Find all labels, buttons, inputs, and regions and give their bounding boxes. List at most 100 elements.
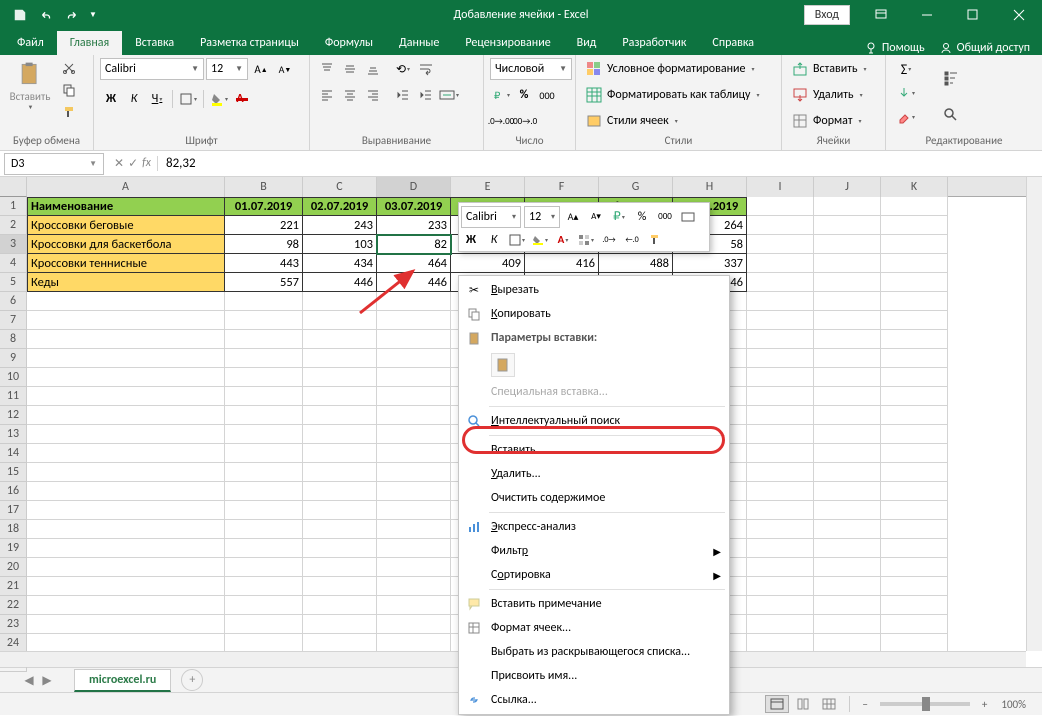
fill-button[interactable]: ▾ (892, 82, 920, 104)
mini-borders-button[interactable]: ▾ (576, 230, 596, 250)
col-header-F[interactable]: F (525, 177, 599, 197)
cell-A8[interactable] (27, 330, 225, 349)
cell-C10[interactable] (303, 368, 377, 387)
sheet-nav-next[interactable]: ▶ (38, 673, 56, 688)
merge-button[interactable]: ▾ (438, 84, 460, 106)
qat-customize[interactable]: ▼ (86, 3, 100, 27)
cell-D20[interactable] (377, 558, 451, 577)
ribbon-options-button[interactable] (858, 0, 904, 29)
tab-data[interactable]: Данные (386, 31, 452, 55)
mini-size-combo[interactable]: 12▾ (524, 206, 560, 228)
cell-I23[interactable] (747, 615, 814, 634)
col-header-G[interactable]: G (599, 177, 673, 197)
cell-C8[interactable] (303, 330, 377, 349)
cell-K1[interactable] (881, 197, 948, 216)
cell-A24[interactable] (27, 634, 225, 651)
cell-A12[interactable] (27, 406, 225, 425)
mini-italic-button[interactable]: К (484, 230, 504, 250)
mini-border-button[interactable]: ▾ (507, 230, 527, 250)
zoom-in-button[interactable]: + (978, 698, 991, 711)
cell-C19[interactable] (303, 539, 377, 558)
cell-C17[interactable] (303, 501, 377, 520)
cell-C2[interactable]: 243 (303, 216, 377, 235)
mini-font-combo[interactable]: Calibri▾ (461, 206, 521, 228)
orientation-button[interactable]: ⟲▾ (392, 58, 414, 80)
cell-B11[interactable] (225, 387, 303, 406)
format-cells-button[interactable]: Формат▾ (788, 110, 866, 132)
col-header-C[interactable]: C (303, 177, 377, 197)
row-header-10[interactable]: 10 (0, 368, 27, 387)
cell-J4[interactable] (814, 254, 881, 273)
sheet-tab[interactable]: microexcel.ru (74, 669, 171, 692)
cm-smart-lookup[interactable]: Интеллектуальный поиск (459, 409, 729, 433)
cell-D4[interactable]: 464 (377, 254, 451, 273)
cell-K17[interactable] (881, 501, 948, 520)
tab-developer[interactable]: Разработчик (609, 31, 699, 55)
cell-B22[interactable] (225, 596, 303, 615)
cell-A3[interactable]: Кроссовки для баскетбола (27, 235, 225, 254)
cell-J8[interactable] (814, 330, 881, 349)
cell-K4[interactable] (881, 254, 948, 273)
cell-J15[interactable] (814, 463, 881, 482)
cell-A1[interactable]: Наименование (27, 197, 225, 216)
cell-K12[interactable] (881, 406, 948, 425)
share-button[interactable]: Общий доступ (939, 41, 1030, 55)
cell-J11[interactable] (814, 387, 881, 406)
tab-file[interactable]: Файл (4, 31, 57, 55)
accounting-format-button[interactable]: ₽▾ (490, 84, 512, 106)
row-header-21[interactable]: 21 (0, 577, 27, 596)
cell-B16[interactable] (225, 482, 303, 501)
cell-A7[interactable] (27, 311, 225, 330)
mini-format-painter[interactable] (645, 230, 665, 250)
cell-J3[interactable] (814, 235, 881, 254)
cell-K5[interactable] (881, 273, 948, 292)
tab-insert[interactable]: Вставка (122, 31, 187, 55)
cell-B10[interactable] (225, 368, 303, 387)
cell-D14[interactable] (377, 444, 451, 463)
cell-I19[interactable] (747, 539, 814, 558)
cell-I16[interactable] (747, 482, 814, 501)
col-header-B[interactable]: B (225, 177, 303, 197)
col-header-E[interactable]: E (451, 177, 525, 197)
cell-I12[interactable] (747, 406, 814, 425)
cell-B24[interactable] (225, 634, 303, 651)
add-sheet-button[interactable]: + (181, 669, 203, 691)
cell-C9[interactable] (303, 349, 377, 368)
mini-decrease-font[interactable]: A▾ (586, 207, 606, 227)
cell-A5[interactable]: Кеды (27, 273, 225, 292)
cell-I2[interactable] (747, 216, 814, 235)
align-right-button[interactable] (362, 84, 384, 106)
row-header-6[interactable]: 6 (0, 292, 27, 311)
cell-I17[interactable] (747, 501, 814, 520)
row-header-19[interactable]: 19 (0, 539, 27, 558)
tab-layout[interactable]: Разметка страницы (187, 31, 312, 55)
mini-fill-button[interactable]: ▾ (530, 230, 550, 250)
cm-pick-from-list[interactable]: Выбрать из раскрывающегося списка... (459, 640, 729, 664)
cell-C5[interactable]: 446 (303, 273, 377, 292)
zoom-level[interactable]: 100% (993, 698, 1034, 711)
maximize-button[interactable] (950, 0, 996, 29)
cell-C11[interactable] (303, 387, 377, 406)
percent-button[interactable]: % (513, 84, 535, 106)
row-header-5[interactable]: 5 (0, 273, 27, 292)
cell-I9[interactable] (747, 349, 814, 368)
cell-A2[interactable]: Кроссовки беговые (27, 216, 225, 235)
cell-K8[interactable] (881, 330, 948, 349)
cm-insert[interactable]: Вставить... (459, 438, 729, 462)
copy-button[interactable] (58, 80, 80, 100)
cell-E4[interactable]: 409 (451, 254, 525, 273)
cell-B4[interactable]: 443 (225, 254, 303, 273)
row-header-8[interactable]: 8 (0, 330, 27, 349)
cell-K11[interactable] (881, 387, 948, 406)
cell-D13[interactable] (377, 425, 451, 444)
paste-option-default[interactable] (491, 353, 515, 377)
sheet-nav-prev[interactable]: ◀ (20, 673, 38, 688)
cell-J12[interactable] (814, 406, 881, 425)
normal-view-button[interactable] (765, 695, 789, 713)
cell-B21[interactable] (225, 577, 303, 596)
align-left-button[interactable] (316, 84, 338, 106)
mini-font-color-button[interactable]: A▾ (553, 230, 573, 250)
cell-K24[interactable] (881, 634, 948, 651)
row-header-16[interactable]: 16 (0, 482, 27, 501)
cell-A21[interactable] (27, 577, 225, 596)
